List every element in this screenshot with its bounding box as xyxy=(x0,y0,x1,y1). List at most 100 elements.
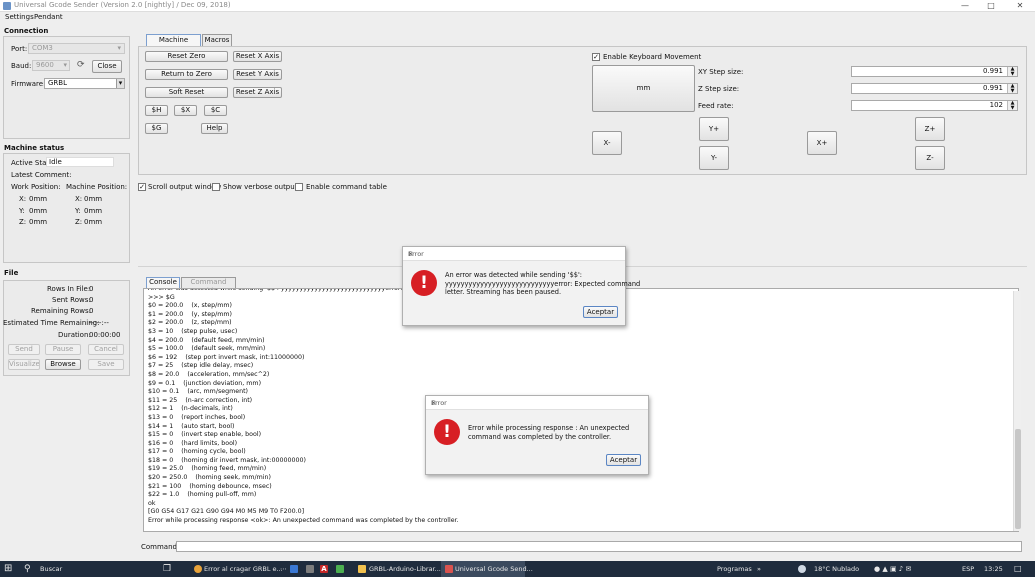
firmware-label: Firmware: xyxy=(11,80,46,88)
tab-macros[interactable]: Macros xyxy=(202,34,232,46)
reset-y-axis-button[interactable]: Reset Y Axis xyxy=(233,69,282,80)
console-line: $3 = 10 (step pulse, usec) xyxy=(148,327,238,335)
jog-y-plus-button[interactable]: Y+ xyxy=(699,117,729,141)
maximize-button[interactable]: □ xyxy=(981,0,1001,12)
taskbar-search[interactable]: Buscar xyxy=(40,561,62,577)
command-label: Command: xyxy=(141,543,180,551)
console-scrollbar[interactable] xyxy=(1013,291,1021,531)
port-label: Port: xyxy=(11,45,28,53)
close-icon[interactable]: ✕ xyxy=(431,399,643,407)
baud-select[interactable]: 9600 ▾ xyxy=(32,60,70,71)
reset-z-axis-button[interactable]: Reset Z Axis xyxy=(233,87,282,98)
return-to-zero-button[interactable]: Return to Zero xyxy=(145,69,228,80)
console-line: $9 = 0.1 (junction deviation, mm) xyxy=(148,379,262,387)
close-icon[interactable]: ✕ xyxy=(408,250,620,258)
tab-console[interactable]: Console xyxy=(146,277,180,288)
scrollbar-thumb[interactable] xyxy=(1015,429,1021,529)
menu-pendant[interactable]: Pendant xyxy=(34,13,63,21)
more-icon[interactable]: ⋯ xyxy=(280,561,287,577)
feed-rate-input[interactable]: 102 ▲ ▼ xyxy=(851,100,1018,111)
port-select[interactable]: COM3 ▾ xyxy=(28,43,125,54)
app-icon[interactable] xyxy=(336,565,344,573)
taskbar-item-ugs[interactable]: Universal Gcode Send... xyxy=(455,561,533,577)
tab-command-table[interactable]: Command Table xyxy=(181,277,236,295)
jog-x-plus-button[interactable]: X+ xyxy=(807,131,837,155)
chevron-icon[interactable]: » xyxy=(757,561,761,577)
console-line: $8 = 20.0 (acceleration, mm/sec^2) xyxy=(148,370,270,378)
spinner-icon[interactable]: ▲ ▼ xyxy=(1007,67,1017,76)
dollar-h-button[interactable]: $H xyxy=(145,105,168,116)
refresh-icon[interactable]: ⟳ xyxy=(77,60,85,70)
spinner-icon[interactable]: ▲ ▼ xyxy=(1007,101,1017,110)
command-input[interactable] xyxy=(176,541,1022,552)
z-step-input[interactable]: 0.991 ▲ ▼ xyxy=(851,83,1018,94)
baud-label: Baud: xyxy=(11,62,32,70)
jog-z-minus-button[interactable]: Z- xyxy=(915,146,945,170)
jog-y-minus-button[interactable]: Y- xyxy=(699,146,729,170)
close-port-button[interactable]: Close xyxy=(92,60,122,73)
feed-rate-value: 102 xyxy=(989,101,1003,109)
app-icon[interactable] xyxy=(306,565,314,573)
windows-start-icon[interactable]: ⊞ xyxy=(4,561,12,577)
clock[interactable]: 13:25 xyxy=(984,561,1003,577)
visualize-button[interactable]: Visualize xyxy=(8,359,40,370)
language-label[interactable]: ESP xyxy=(962,561,974,577)
dialog-header: Error ✕ xyxy=(426,396,648,410)
java-icon[interactable] xyxy=(445,565,453,573)
reset-zero-button[interactable]: Reset Zero xyxy=(145,51,228,62)
soft-reset-button[interactable]: Soft Reset xyxy=(145,87,228,98)
rows-in-file-value: 0 xyxy=(89,285,94,293)
minimize-button[interactable]: — xyxy=(955,0,975,12)
close-window-button[interactable]: ✕ xyxy=(1010,0,1030,12)
accept-button[interactable]: Aceptar xyxy=(583,306,618,318)
window-title: Universal Gcode Sender (Version 2.0 [nig… xyxy=(14,1,231,9)
scroll-output-checkbox[interactable]: ✓ xyxy=(138,183,146,191)
tab-machine-control[interactable]: Machine Control xyxy=(146,34,201,54)
units-toggle-button[interactable]: mm xyxy=(592,65,695,112)
menu-settings[interactable]: Settings xyxy=(5,13,34,21)
taskbar-item-browser[interactable]: Error al cragar GRBL e... xyxy=(204,561,283,577)
xy-step-value: 0.991 xyxy=(982,67,1003,75)
edge-icon[interactable] xyxy=(290,565,298,573)
chevron-down-icon: ▾ xyxy=(116,79,124,88)
xy-step-label: XY Step size: xyxy=(698,68,744,76)
command-table-checkbox[interactable] xyxy=(295,183,303,191)
connection-title: Connection xyxy=(4,27,49,35)
send-button[interactable]: Send xyxy=(8,344,40,355)
jog-z-plus-button[interactable]: Z+ xyxy=(915,117,945,141)
help-button[interactable]: Help xyxy=(201,123,228,134)
browse-button[interactable]: Browse xyxy=(45,359,81,370)
accept-button[interactable]: Aceptar xyxy=(606,454,641,466)
weather-label[interactable]: 18°C Nublado xyxy=(814,561,859,577)
console-line: $21 = 100 (homing debounce, msec) xyxy=(148,482,272,490)
notification-icon[interactable]: □ xyxy=(1014,561,1022,577)
chevron-down-icon: ▾ xyxy=(63,61,67,69)
pause-button[interactable]: Pause xyxy=(45,344,81,355)
command-table-label: Enable command table xyxy=(306,183,387,191)
search-icon: ⚲ xyxy=(24,564,31,574)
dialog-header: Error ✕ xyxy=(403,247,625,261)
chrome-icon[interactable] xyxy=(194,565,202,573)
console-line: $5 = 100.0 (default seek, mm/min) xyxy=(148,345,266,353)
xy-step-input[interactable]: 0.991 ▲ ▼ xyxy=(851,66,1018,77)
machine-z-axis: Z: xyxy=(75,218,83,226)
firmware-select[interactable]: GRBL ▾ xyxy=(44,78,125,89)
dollar-g-button[interactable]: $G xyxy=(145,123,168,134)
dollar-c-button[interactable]: $C xyxy=(204,105,227,116)
save-button[interactable]: Save xyxy=(88,359,124,370)
taskbar-item-folder[interactable]: GRBL-Arduino-Librar... xyxy=(369,561,441,577)
duration-value: 00:00:00 xyxy=(89,331,121,339)
verbose-output-checkbox[interactable] xyxy=(212,183,220,191)
reset-x-axis-button[interactable]: Reset X Axis xyxy=(233,51,282,62)
folder-icon[interactable] xyxy=(358,565,366,573)
jog-x-minus-button[interactable]: X- xyxy=(592,131,622,155)
acrobat-icon[interactable]: A xyxy=(320,565,328,573)
task-view-icon[interactable]: ❐ xyxy=(163,561,171,577)
enable-keyboard-checkbox[interactable]: ✓ xyxy=(592,53,600,61)
cancel-button[interactable]: Cancel xyxy=(88,344,124,355)
dollar-x-button[interactable]: $X xyxy=(174,105,197,116)
work-y-axis: Y: xyxy=(19,207,25,215)
system-tray-icons[interactable]: ● ▲ ▣ ♪ ✉ xyxy=(874,561,911,577)
spinner-icon[interactable]: ▲ ▼ xyxy=(1007,84,1017,93)
programs-label[interactable]: Programas xyxy=(717,561,752,577)
